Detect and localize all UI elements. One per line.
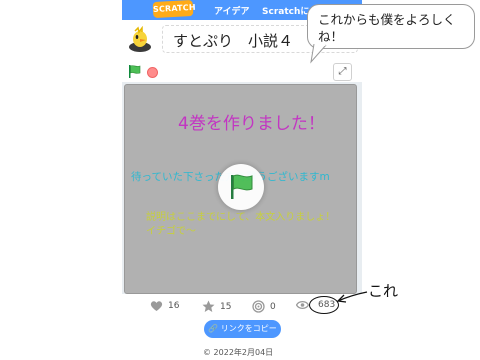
remix-icon — [252, 300, 265, 313]
stop-button[interactable] — [147, 67, 158, 78]
scratch-logo[interactable]: SCRATCH — [152, 0, 196, 19]
copy-link-label: リンクをコピー — [220, 324, 277, 333]
nav-ideas[interactable]: アイデア — [214, 4, 250, 17]
green-flag-icon — [231, 174, 253, 199]
love-stat[interactable]: 16 — [150, 300, 179, 312]
project-stats: 16 15 0 683 — [122, 296, 362, 316]
favorite-count: 15 — [220, 301, 232, 312]
date-text: 2022年2月04日 — [213, 348, 274, 357]
green-flag-icon[interactable] — [128, 65, 141, 78]
favorite-stat[interactable]: 15 — [202, 300, 231, 313]
stage-note-text: 説明はここまでにして、本文入りましょ！ イチゴで〜 — [146, 212, 336, 237]
remix-count: 0 — [270, 301, 276, 312]
annotation-text: これ — [368, 282, 399, 300]
speech-bubble-text: これからも僕をよろしくね！ — [318, 12, 456, 44]
fullscreen-button[interactable]: ⤢ — [333, 63, 352, 81]
stage-title-text: 4巻を作りました！ — [178, 114, 325, 134]
heart-icon — [150, 301, 163, 311]
shared-date: © 2022年2月04日 — [203, 347, 273, 358]
project-title: すとぷり 小説４ — [173, 32, 294, 50]
start-overlay-button[interactable] — [218, 164, 264, 210]
star-icon — [202, 300, 215, 312]
copy-link-button[interactable]: 🔗 リンクをコピー — [204, 320, 281, 338]
annotation-arrow-icon — [336, 291, 368, 303]
copyright-icon: © — [203, 348, 211, 357]
love-count: 16 — [168, 301, 180, 311]
remix-stat: 0 — [252, 300, 276, 313]
eye-icon — [296, 300, 309, 310]
fullscreen-icon: ⤢ — [338, 66, 347, 77]
speech-bubble-tail — [310, 44, 327, 64]
avatar[interactable] — [126, 26, 154, 54]
speech-bubble: これからも僕をよろしくね！ — [307, 4, 475, 49]
link-icon: 🔗 — [208, 324, 219, 333]
